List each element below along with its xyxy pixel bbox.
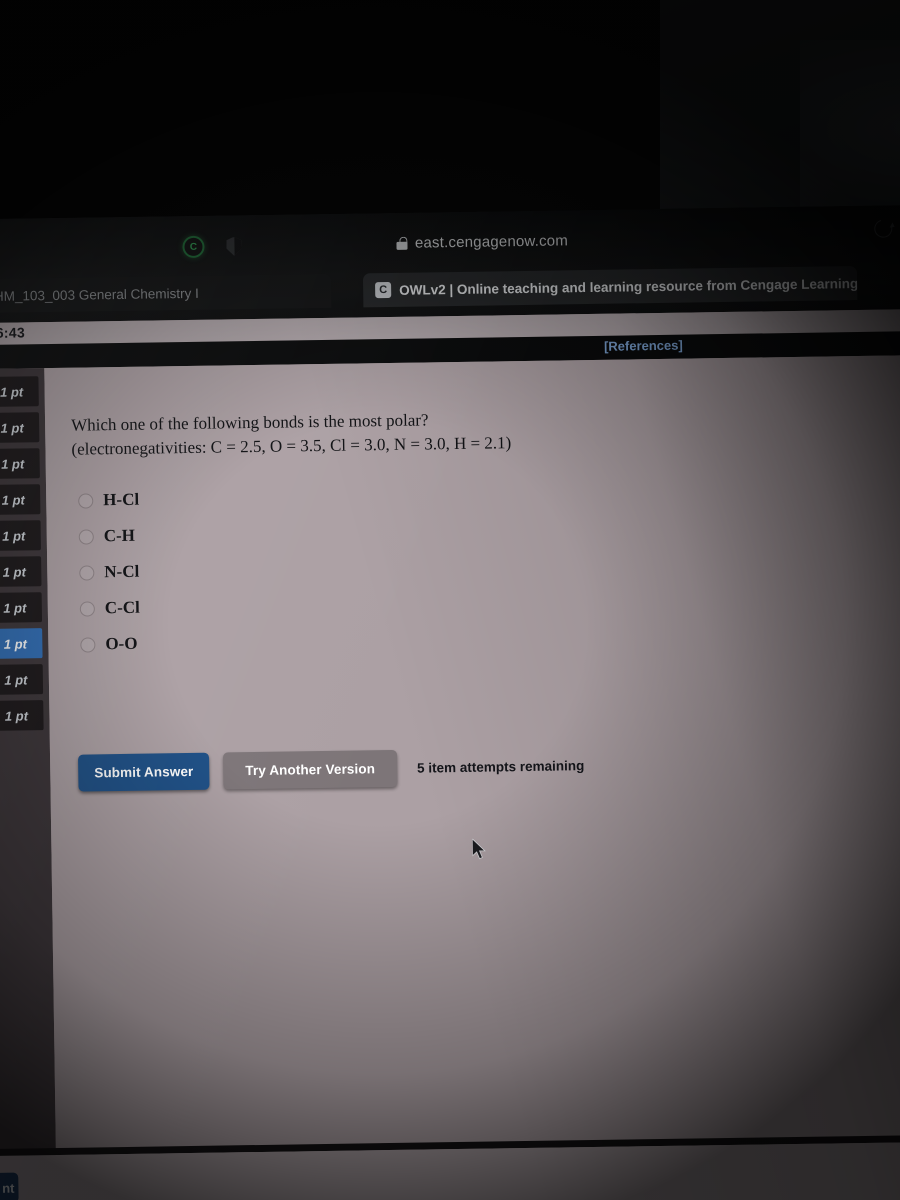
references-link[interactable]: [References]: [604, 338, 683, 354]
lock-icon: [396, 236, 408, 250]
page-viewport: 6:43 [References] Use the References to …: [0, 308, 900, 1200]
choice-label: C-Cl: [104, 597, 140, 618]
browser-extension-icons: C: [182, 235, 241, 259]
rail-item-label: 1 pt: [3, 599, 27, 616]
choice-h-cl[interactable]: H-Cl: [78, 482, 139, 519]
tab-general-chemistry[interactable]: e: CHM_103_003 General Chemistry I: [0, 273, 332, 314]
browser-chrome: C east.cengagenow.com e: CHM_103_003 Gen…: [0, 204, 900, 323]
address-bar-url: east.cengagenow.com: [414, 231, 569, 252]
radio-button[interactable]: [79, 600, 95, 617]
rail-item-label: 1 pt: [1, 491, 25, 508]
submit-answer-button[interactable]: Submit Answer: [78, 752, 210, 792]
rail-item-3[interactable]: 1 pt: [0, 448, 40, 479]
tab-label: e: CHM_103_003 General Chemistry I: [0, 285, 199, 304]
partial-offscreen-button[interactable]: nt: [0, 1172, 19, 1200]
owlv2-favicon: C: [375, 281, 392, 299]
rail-item-label: 1 pt: [0, 383, 24, 400]
rail-item-label: 1 pt: [4, 671, 28, 688]
choice-label: N-Cl: [104, 561, 140, 582]
rail-item-1[interactable]: 1 pt: [0, 376, 39, 407]
question-prompt: Which one of the following bonds is the …: [71, 405, 672, 462]
tab-owlv2[interactable]: C OWLv2 | Online teaching and learning r…: [362, 266, 858, 308]
choice-c-h[interactable]: C-H: [78, 518, 140, 555]
question-card: Which one of the following bonds is the …: [44, 354, 900, 1200]
rail-item-6[interactable]: 1 pt: [0, 556, 42, 587]
laptop-screen: C east.cengagenow.com e: CHM_103_003 Gen…: [0, 204, 900, 1200]
choice-label: H-Cl: [103, 489, 140, 510]
rail-item-label: 1 pt: [0, 419, 24, 436]
rail-item-7[interactable]: 1 pt: [0, 592, 43, 623]
attempts-remaining-text: 5 item attempts remaining: [416, 758, 585, 776]
clock-display: 6:43: [0, 324, 26, 341]
rail-item-label: 1 pt: [3, 635, 28, 652]
answer-choice-list: H-Cl C-H N-Cl C-Cl O-O: [78, 482, 142, 663]
action-row: Submit Answer Try Another Version 5 item…: [78, 747, 585, 792]
rail-item-label: 1 pt: [2, 563, 26, 580]
rail-item-8-selected[interactable]: 1 pt: [0, 628, 43, 659]
choice-c-cl[interactable]: C-Cl: [79, 590, 141, 627]
rail-item-9[interactable]: 1 pt: [0, 664, 44, 695]
reload-icon[interactable]: [871, 216, 896, 241]
address-bar[interactable]: east.cengagenow.com: [282, 225, 682, 259]
choice-o-o[interactable]: O-O: [80, 626, 141, 663]
radio-button[interactable]: [79, 564, 95, 581]
try-another-version-button[interactable]: Try Another Version: [223, 749, 398, 790]
rail-item-label: 1 pt: [1, 455, 25, 472]
rail-item-label: 1 pt: [4, 707, 29, 724]
extension-circle-icon[interactable]: C: [182, 235, 205, 259]
radio-button[interactable]: [78, 492, 94, 509]
rail-item-10[interactable]: 1 pt: [0, 700, 44, 731]
choice-n-cl[interactable]: N-Cl: [79, 554, 140, 591]
radio-button[interactable]: [78, 528, 94, 545]
choice-label: O-O: [105, 633, 138, 654]
rail-item-5[interactable]: 1 pt: [0, 520, 41, 551]
choice-label: C-H: [103, 525, 136, 546]
radio-button[interactable]: [80, 636, 96, 653]
photograph-of-laptop-screen: C east.cengagenow.com e: CHM_103_003 Gen…: [0, 0, 900, 1200]
rail-item-4[interactable]: 1 pt: [0, 484, 41, 515]
rail-item-label: 1 pt: [2, 527, 26, 544]
shield-icon[interactable]: [226, 237, 241, 256]
rail-item-2[interactable]: 1 pt: [0, 412, 40, 443]
tab-label: OWLv2 | Online teaching and learning res…: [399, 275, 858, 298]
